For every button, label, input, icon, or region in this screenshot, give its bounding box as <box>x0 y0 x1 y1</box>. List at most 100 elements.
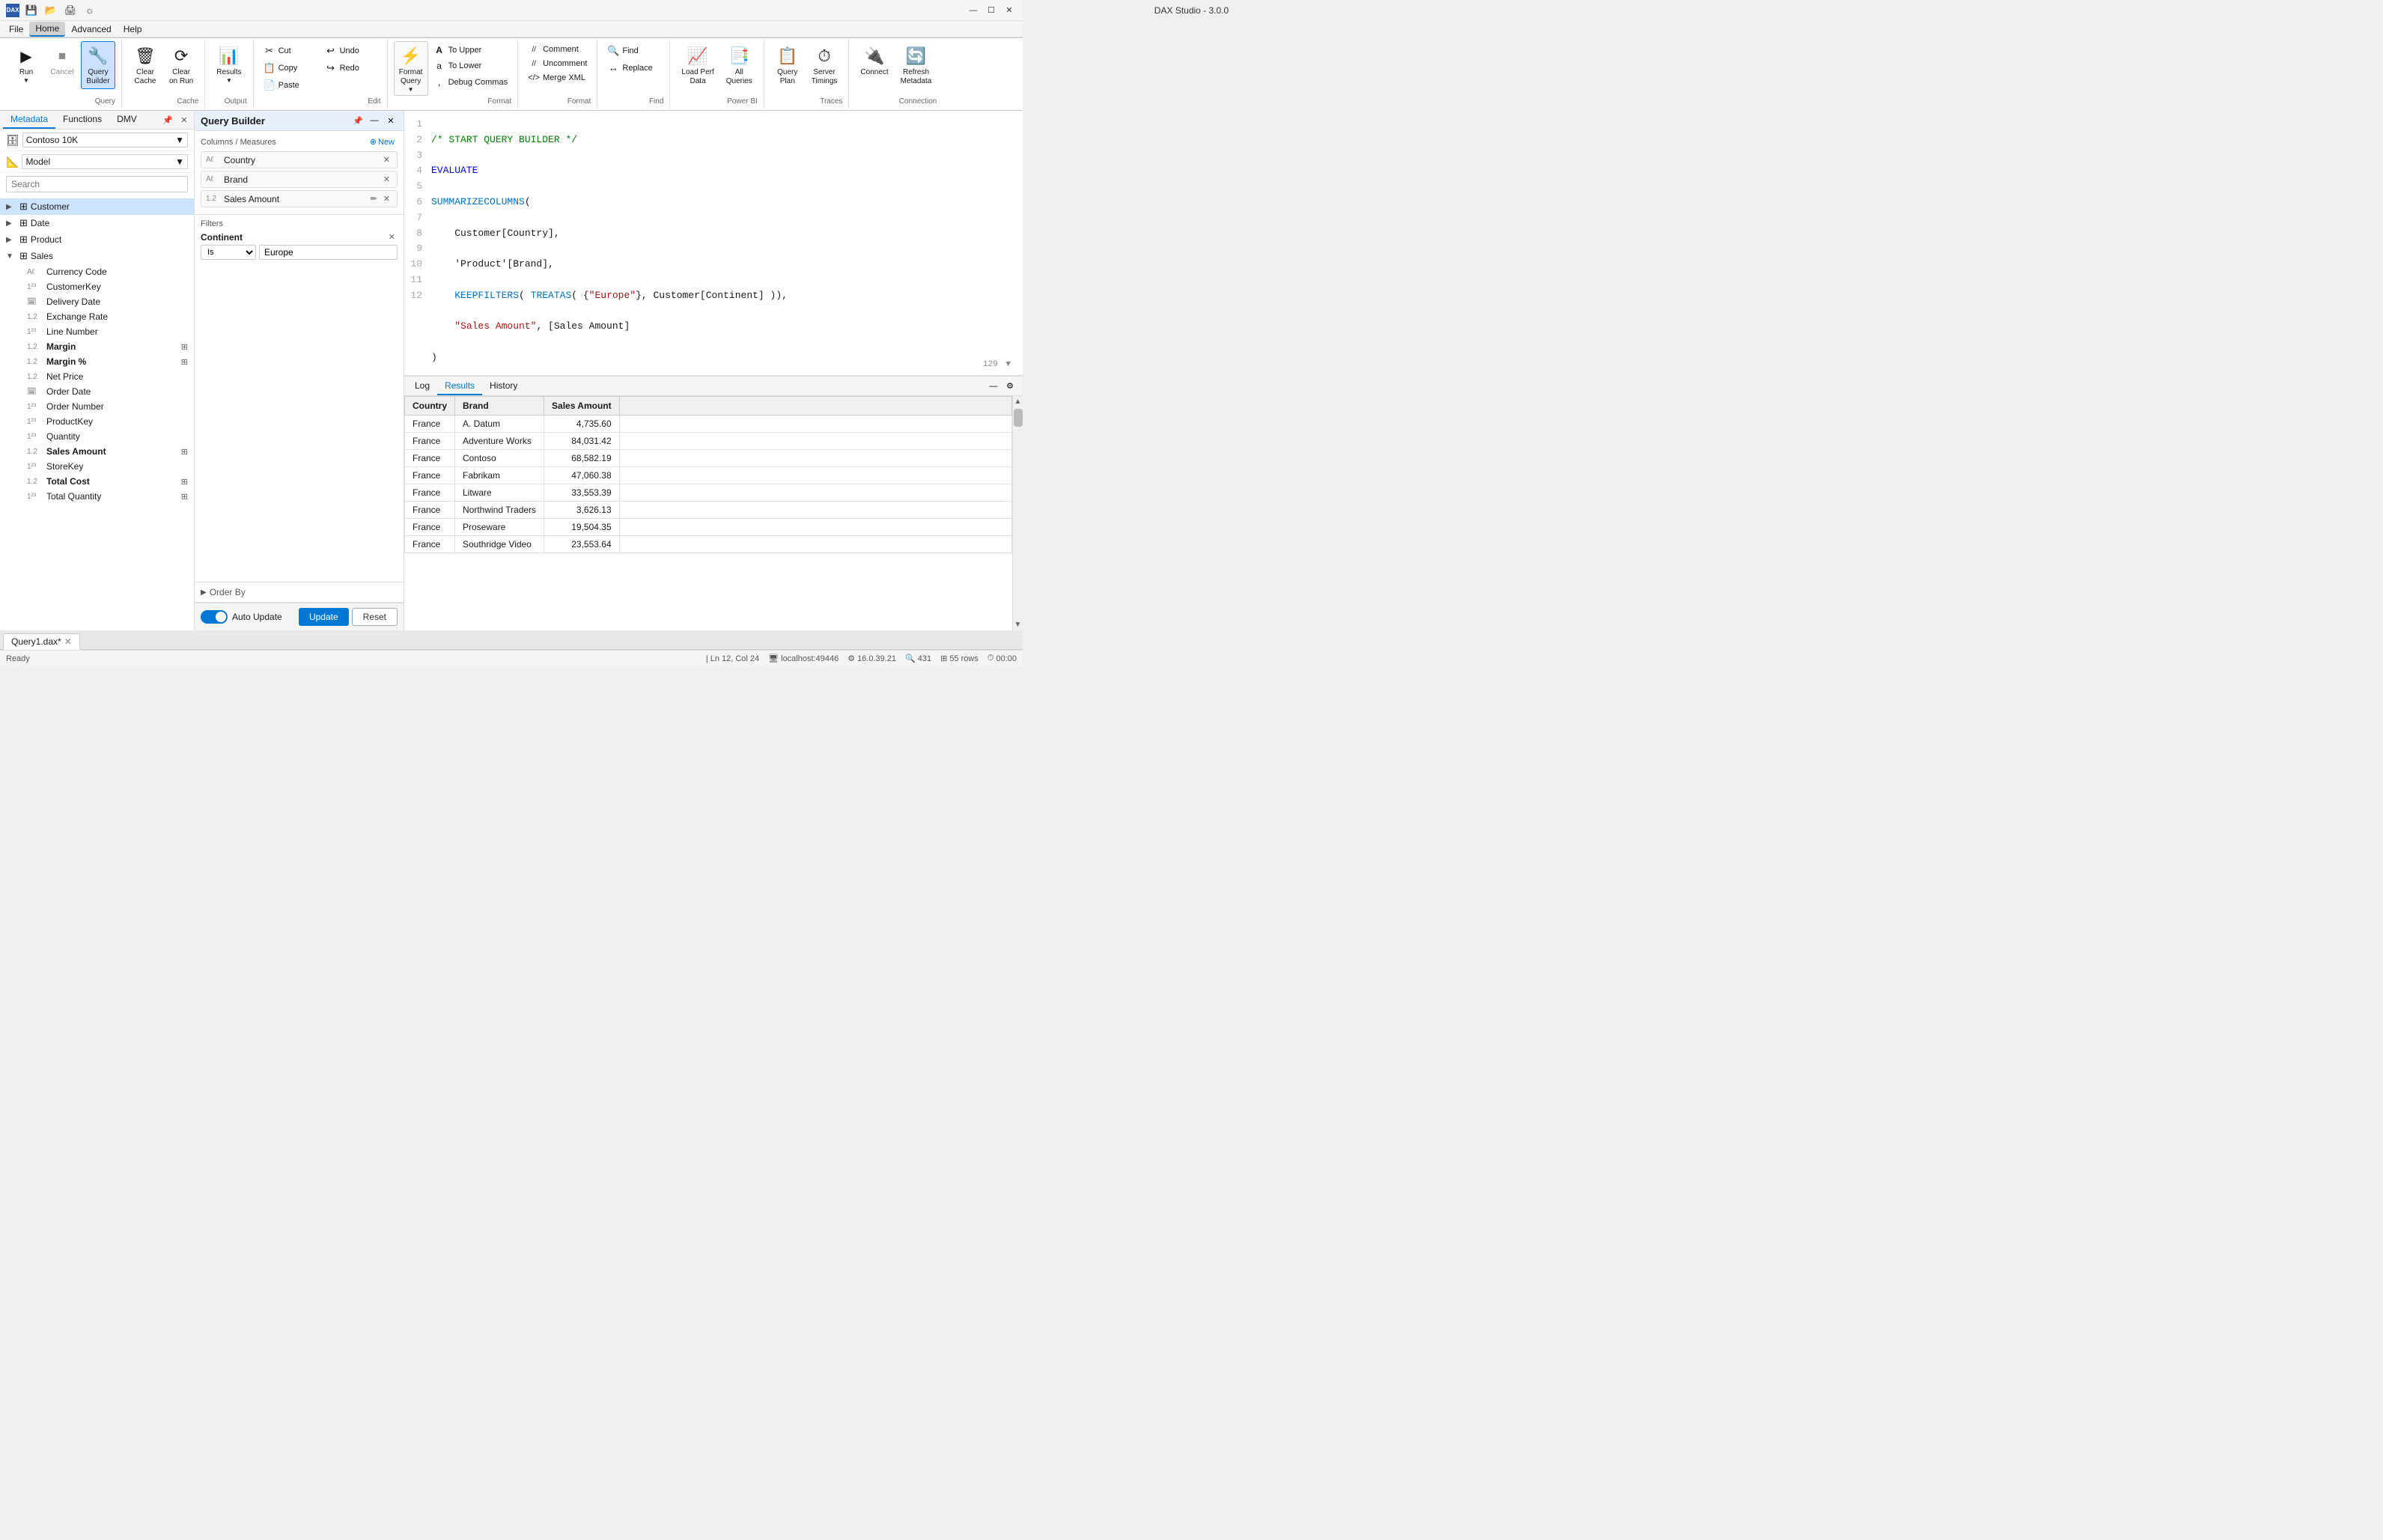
file-tab-query1[interactable]: Query1.dax* ✕ <box>3 633 80 650</box>
tree-item-productkey[interactable]: 1²³ ProductKey <box>0 414 194 429</box>
qb-filter-operator[interactable]: Is Is Not Contains <box>201 245 256 260</box>
maximize-button[interactable]: ☐ <box>984 4 999 17</box>
query-builder-label: QueryBuilder <box>86 68 109 86</box>
all-queries-button[interactable]: 📑 AllQueries <box>721 41 758 89</box>
tree-item-storekey[interactable]: 1²³ StoreKey <box>0 459 194 474</box>
tree-item-delivery-date[interactable]: 🗓 Delivery Date <box>0 294 194 309</box>
cut-button[interactable]: ✂ Cut <box>260 43 320 59</box>
uncomment-button[interactable]: // Uncomment <box>524 57 591 70</box>
close-button[interactable]: ✕ <box>1002 4 1017 17</box>
menu-advanced[interactable]: Advanced <box>65 22 117 36</box>
results-tab-history[interactable]: History <box>482 377 525 395</box>
tab-dmv[interactable]: DMV <box>109 111 144 129</box>
file-tab-close[interactable]: ✕ <box>64 636 72 647</box>
redo-button[interactable]: ↪ Redo <box>321 60 381 76</box>
tree-item-exchange-rate[interactable]: 1.2 Exchange Rate <box>0 309 194 324</box>
code-content[interactable]: /* START QUERY BUILDER */ EVALUATE SUMMA… <box>431 117 1017 376</box>
tree-item-order-date[interactable]: 🗓 Order Date <box>0 384 194 399</box>
tab-functions[interactable]: Functions <box>55 111 109 129</box>
copy-button[interactable]: 📋 Copy <box>260 60 320 76</box>
tree-item-product[interactable]: ▶ ⊞ Product <box>0 231 194 248</box>
menu-help[interactable]: Help <box>118 22 148 36</box>
qb-update-button[interactable]: Update <box>299 608 349 626</box>
qb-pin-btn[interactable]: 📌 <box>351 114 365 127</box>
tree-item-quantity[interactable]: 1²³ Quantity <box>0 429 194 444</box>
settings-quick-btn[interactable]: ☼ <box>82 3 97 18</box>
clear-cache-button[interactable]: 🗑 ClearCache <box>128 41 162 89</box>
qb-close-btn[interactable]: ✕ <box>384 114 398 127</box>
qb-chip-sales-remove[interactable]: ✕ <box>381 193 392 204</box>
code-editor[interactable]: 123456 789101112 /* START QUERY BUILDER … <box>404 111 1023 376</box>
tree-item-sales-amount[interactable]: 1.2 Sales Amount ⊞ <box>0 444 194 459</box>
clear-on-run-button[interactable]: ⟳ Clearon Run <box>164 41 198 89</box>
tree-item-margin[interactable]: 1.2 Margin ⊞ <box>0 339 194 354</box>
col-header-brand[interactable]: Brand <box>455 397 544 416</box>
load-perf-data-button[interactable]: 📈 Load PerfData <box>676 41 719 89</box>
panel-close-btn[interactable]: ✕ <box>177 113 191 127</box>
scroll-down-icon[interactable]: ▼ <box>1013 619 1023 630</box>
database-select[interactable]: Contoso 10K ▼ <box>22 133 188 147</box>
to-upper-button[interactable]: A To Upper <box>430 43 511 58</box>
to-lower-button[interactable]: a To Lower <box>430 58 511 73</box>
tree-item-sales[interactable]: ▼ ⊞ Sales <box>0 248 194 264</box>
menu-file[interactable]: File <box>3 22 29 36</box>
open-quick-btn[interactable]: 📂 <box>43 3 58 18</box>
tree-item-order-number[interactable]: 1²³ Order Number <box>0 399 194 414</box>
comment-button[interactable]: // Comment <box>524 43 591 56</box>
panel-pin-btn[interactable]: 📌 <box>161 113 174 127</box>
qb-filter-value[interactable] <box>259 245 398 260</box>
qb-filter-continent-remove[interactable]: ✕ <box>386 231 398 243</box>
connect-button[interactable]: 🔌 Connect <box>855 41 893 80</box>
merge-xml-button[interactable]: </> Merge XML <box>524 71 591 85</box>
col-header-country[interactable]: Country <box>405 397 455 416</box>
paste-button[interactable]: 📄 Paste <box>260 77 320 94</box>
results-table-container[interactable]: Country Brand Sales Amount France A. Dat… <box>404 396 1012 630</box>
col-header-sales-amount[interactable]: Sales Amount <box>544 397 620 416</box>
scroll-thumb[interactable] <box>1014 409 1023 427</box>
tree-item-total-cost[interactable]: 1.2 Total Cost ⊞ <box>0 474 194 489</box>
minimize-button[interactable]: — <box>966 4 981 17</box>
results-tab-log[interactable]: Log <box>407 377 437 395</box>
tree-item-date[interactable]: ▶ ⊞ Date <box>0 215 194 231</box>
cell-brand: Contoso <box>455 450 544 467</box>
vert-scrollbar[interactable]: ▲ ▼ <box>1012 396 1023 630</box>
tab-metadata[interactable]: Metadata <box>3 111 55 129</box>
save-quick-btn[interactable]: 💾 <box>24 3 39 18</box>
search-input[interactable] <box>6 176 188 192</box>
server-timings-button[interactable]: ⏱ ServerTimings <box>806 41 843 89</box>
undo-button[interactable]: ↩ Undo <box>321 43 381 59</box>
results-tab-results[interactable]: Results <box>437 377 482 395</box>
format-query-button[interactable]: ⚡ FormatQuery ▼ <box>394 41 428 96</box>
qb-new-button[interactable]: ⊕ New <box>367 136 398 148</box>
qb-chip-country-remove[interactable]: ✕ <box>381 154 392 165</box>
scroll-up-icon[interactable]: ▲ <box>1013 396 1023 407</box>
tree-item-customer[interactable]: ▶ ⊞ Customer <box>0 198 194 215</box>
results-button[interactable]: 📊 Results ▼ <box>211 41 246 87</box>
debug-commas-button[interactable]: , Debug Commas <box>430 74 511 90</box>
tree-item-customerkey[interactable]: 1²³ CustomerKey <box>0 279 194 294</box>
refresh-metadata-button[interactable]: 🔄 RefreshMetadata <box>895 41 937 89</box>
cancel-button[interactable]: ⏹ Cancel <box>45 41 79 80</box>
tree-item-total-quantity[interactable]: 1²³ Total Quantity ⊞ <box>0 489 194 504</box>
find-button[interactable]: 🔍 Find <box>603 43 663 59</box>
toggle-switch[interactable] <box>201 610 228 624</box>
query-plan-button[interactable]: 📋 QueryPlan <box>770 41 805 89</box>
tree-item-currency-code[interactable]: Aℓ Currency Code <box>0 264 194 279</box>
qb-order-by[interactable]: ▶ Order By <box>195 582 404 603</box>
tree-item-net-price[interactable]: 1.2 Net Price <box>0 369 194 384</box>
tree-item-line-number[interactable]: 1²³ Line Number <box>0 324 194 339</box>
tree-item-margin-pct[interactable]: 1.2 Margin % ⊞ <box>0 354 194 369</box>
qb-reset-button[interactable]: Reset <box>352 608 398 626</box>
print-quick-btn[interactable]: 🖨 <box>63 3 78 18</box>
results-settings-btn[interactable]: ⚙ <box>1003 380 1017 393</box>
model-select[interactable]: Model ▼ <box>22 154 188 169</box>
menu-home[interactable]: Home <box>29 22 65 37</box>
qb-chip-brand-remove[interactable]: ✕ <box>381 174 392 185</box>
qb-chip-sales-edit[interactable]: ✏ <box>368 193 380 204</box>
ribbon-group-traces: 📋 QueryPlan ⏱ ServerTimings Traces <box>764 40 850 109</box>
qb-min-btn[interactable]: — <box>368 114 381 127</box>
query-builder-button[interactable]: 🔧 QueryBuilder <box>81 41 115 89</box>
replace-button[interactable]: ↔ Replace <box>603 60 663 76</box>
results-minimize-btn[interactable]: — <box>987 380 1000 393</box>
run-button[interactable]: ▶ Run ▼ <box>9 41 43 87</box>
